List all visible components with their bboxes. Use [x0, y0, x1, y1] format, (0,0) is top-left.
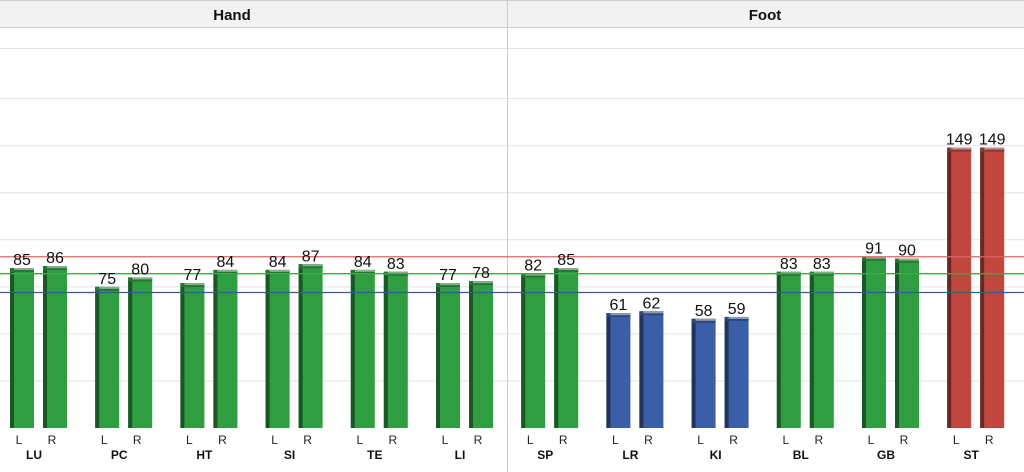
value-label: 78	[472, 265, 490, 282]
bar-shadow	[128, 277, 133, 428]
value-label: 87	[302, 248, 320, 265]
side-label: R	[900, 433, 909, 447]
bar-shadow	[776, 271, 781, 428]
side-label: L	[442, 433, 449, 447]
bar-shadow	[350, 269, 355, 428]
bar-shadow	[43, 266, 47, 428]
side-label: L	[527, 433, 534, 447]
bar-shadow	[862, 256, 866, 428]
side-label: R	[729, 433, 738, 447]
value-label: 86	[46, 250, 64, 267]
bar-shadow	[980, 147, 985, 428]
value-label: 80	[131, 261, 149, 278]
group-label: PC	[111, 448, 128, 462]
value-label: 75	[98, 271, 116, 288]
value-label: 82	[524, 258, 542, 275]
bar-shadow	[895, 258, 899, 428]
side-label: R	[218, 433, 227, 447]
value-label: 61	[610, 297, 628, 314]
section-title-foot: Foot	[749, 7, 781, 24]
side-label: R	[644, 433, 653, 447]
side-label: R	[48, 433, 57, 447]
side-label: L	[612, 433, 619, 447]
value-label: 59	[728, 301, 746, 318]
value-label: 84	[269, 254, 287, 271]
bar-shadow	[265, 269, 270, 428]
bar-shadow	[521, 273, 526, 428]
bar-shadow	[606, 313, 611, 428]
bar-shadow	[436, 283, 440, 428]
group-label: HT	[196, 448, 213, 462]
value-label: 83	[387, 256, 405, 273]
value-label: 84	[217, 254, 235, 271]
value-label: 90	[898, 243, 916, 260]
group-label: KI	[710, 448, 722, 462]
side-label: L	[697, 433, 704, 447]
section-header-bar	[0, 0, 1024, 27]
value-label: 83	[780, 256, 798, 273]
value-label: 85	[13, 252, 31, 269]
group-label: SP	[537, 448, 553, 462]
side-label: L	[101, 433, 108, 447]
value-label: 84	[354, 254, 372, 271]
side-label: R	[133, 433, 142, 447]
side-label: L	[868, 433, 875, 447]
bar-shadow	[691, 318, 696, 428]
value-label: 58	[695, 303, 713, 320]
group-label: BL	[793, 448, 809, 462]
section-title-hand: Hand	[213, 7, 251, 24]
bar-shadow	[95, 286, 100, 428]
value-label: 149	[946, 132, 973, 149]
bar-shadow	[383, 271, 388, 428]
meridian-bar-chart: Hand Foot 85 L 86 R LU 75 L 80 R PC 77 L 84 R HT 84 L 87 R…	[0, 0, 1024, 472]
side-label: R	[388, 433, 397, 447]
side-label: R	[303, 433, 312, 447]
bar-shadow	[639, 311, 644, 428]
group-label: LR	[622, 448, 638, 462]
side-label: L	[186, 433, 193, 447]
group-label: SI	[284, 448, 295, 462]
side-label: L	[953, 433, 960, 447]
value-label: 77	[184, 267, 202, 284]
side-label: R	[559, 433, 568, 447]
bar-shadow	[213, 269, 218, 428]
bar-shadow	[469, 281, 473, 428]
group-label: LI	[455, 448, 466, 462]
side-label: L	[356, 433, 363, 447]
value-label: 83	[813, 256, 831, 273]
value-label: 91	[865, 241, 883, 258]
side-label: L	[782, 433, 789, 447]
value-label: 85	[557, 252, 575, 269]
side-label: R	[474, 433, 483, 447]
bar-shadow	[724, 316, 729, 428]
group-label: ST	[964, 448, 980, 462]
group-label: TE	[367, 448, 382, 462]
bar-shadow	[180, 283, 185, 428]
side-label: L	[16, 433, 23, 447]
value-label: 62	[643, 295, 661, 312]
bar-shadow	[298, 264, 303, 428]
bar-shadow	[947, 147, 952, 428]
value-label: 77	[439, 267, 457, 284]
bar-shadow	[809, 271, 814, 428]
value-label: 149	[979, 132, 1006, 149]
group-label: GB	[877, 448, 895, 462]
side-label: L	[271, 433, 278, 447]
group-label: LU	[26, 448, 42, 462]
side-label: R	[985, 433, 994, 447]
side-label: R	[814, 433, 823, 447]
